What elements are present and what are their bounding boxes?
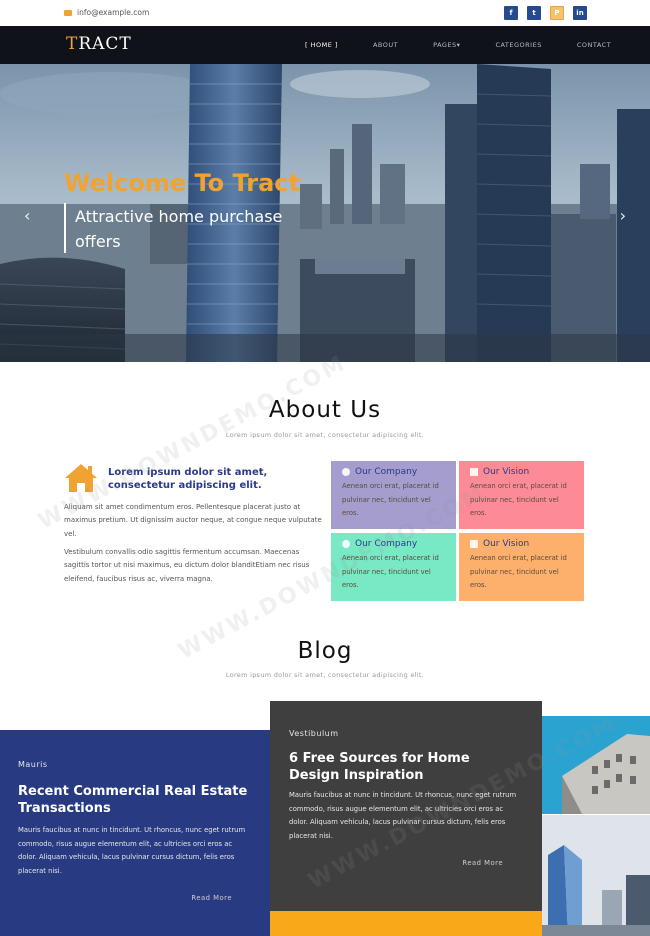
slider-next-arrow[interactable]: ›	[620, 206, 626, 225]
social-links: f t P in	[504, 6, 587, 20]
blog-card-excerpt: Mauris faucibus at nunc in tincidunt. Ut…	[289, 791, 517, 840]
blog-card-title[interactable]: 6 Free Sources for Home Design Inspirati…	[289, 750, 523, 784]
blog-card-category: Vestibulum	[289, 729, 339, 738]
blog-card-category: Mauris	[18, 760, 48, 769]
blog-card-excerpt: Mauris faucibus at nunc in tincidunt. Ut…	[18, 826, 246, 875]
building-photo-2	[542, 815, 650, 936]
hero-divider	[64, 203, 66, 253]
blog-card-2-accent-bar	[270, 911, 542, 936]
nav-item-about[interactable]: ABOUT	[373, 41, 398, 49]
linkedin-icon[interactable]: in	[573, 6, 587, 20]
cloud-icon	[342, 540, 350, 548]
building-photo-1	[542, 716, 650, 814]
blog-card-title[interactable]: Recent Commercial Real Estate Transactio…	[18, 783, 252, 817]
blog-title: Blog	[297, 638, 353, 664]
read-more-link[interactable]: Read More	[289, 859, 503, 867]
nav-menu: [ HOME ] ABOUT PAGES▾ CATEGORIES CONTACT	[305, 41, 646, 49]
about-heading: Lorem ipsum dolor sit amet, consectetur …	[108, 467, 268, 491]
about-paragraph-2: Vestibulum convallis odio sagittis ferme…	[64, 548, 310, 583]
about-title: About Us	[268, 397, 382, 423]
feature-box-title: Our Vision	[483, 539, 530, 549]
about-paragraph-1: Aliquam sit amet condimentum eros. Pelle…	[64, 503, 322, 538]
about-subtitle: Lorem ipsum dolor sit amet, consectetur …	[225, 431, 425, 439]
gear-icon	[342, 468, 350, 476]
feature-box-title: Our Company	[355, 467, 418, 477]
feature-box-title: Our Company	[355, 539, 418, 549]
facebook-icon[interactable]: f	[504, 6, 518, 20]
home-icon	[65, 464, 97, 492]
feature-box-text: Aenean orci erat, placerat id pulvinar n…	[342, 482, 439, 517]
twitter-icon[interactable]: t	[527, 6, 541, 20]
slider-prev-arrow[interactable]: ‹	[24, 206, 30, 225]
read-more-link[interactable]: Read More	[18, 894, 232, 902]
nav-item-home[interactable]: [ HOME ]	[305, 41, 338, 49]
nav-item-categories[interactable]: CATEGORIES	[495, 41, 541, 49]
hero-slider: ‹ › Welcome To Tract Attractive home pur…	[0, 64, 650, 362]
calendar-icon	[470, 540, 478, 548]
feature-box-text: Aenean orci erat, placerat id pulvinar n…	[342, 554, 439, 589]
top-bar: info@example.com f t P in	[0, 0, 650, 26]
blog-subtitle: Lorem ipsum dolor sit amet, consectetur …	[225, 671, 425, 679]
feature-box-vision-2: Our Vision Aenean orci erat, placerat id…	[459, 533, 584, 601]
hero-title: Welcome To Tract	[64, 169, 300, 197]
feature-box-title: Our Vision	[483, 467, 530, 477]
blog-card-1[interactable]: Mauris Recent Commercial Real Estate Tra…	[0, 730, 270, 936]
logo-initial: T	[66, 34, 79, 54]
feature-box-company-1: Our Company Aenean orci erat, placerat i…	[331, 461, 456, 529]
main-navbar: TRACT [ HOME ] ABOUT PAGES▾ CATEGORIES C…	[0, 26, 650, 64]
document-icon	[470, 468, 478, 476]
envelope-icon	[64, 9, 72, 16]
contact-email[interactable]: info@example.com	[64, 8, 149, 17]
dribbble-icon[interactable]: P	[550, 6, 564, 20]
feature-box-vision-1: Our Vision Aenean orci erat, placerat id…	[459, 461, 584, 529]
email-text: info@example.com	[77, 8, 150, 17]
nav-item-contact[interactable]: CONTACT	[577, 41, 611, 49]
nav-item-pages[interactable]: PAGES▾	[433, 41, 460, 49]
feature-box-text: Aenean orci erat, placerat id pulvinar n…	[470, 554, 567, 589]
site-logo[interactable]: TRACT	[66, 34, 132, 54]
feature-box-company-2: Our Company Aenean orci erat, placerat i…	[331, 533, 456, 601]
logo-text: RACT	[78, 34, 132, 54]
blog-card-2[interactable]: Vestibulum 6 Free Sources for Home Desig…	[270, 701, 542, 911]
hero-subtitle: Attractive home purchase offers	[75, 207, 283, 251]
feature-box-text: Aenean orci erat, placerat id pulvinar n…	[470, 482, 567, 517]
